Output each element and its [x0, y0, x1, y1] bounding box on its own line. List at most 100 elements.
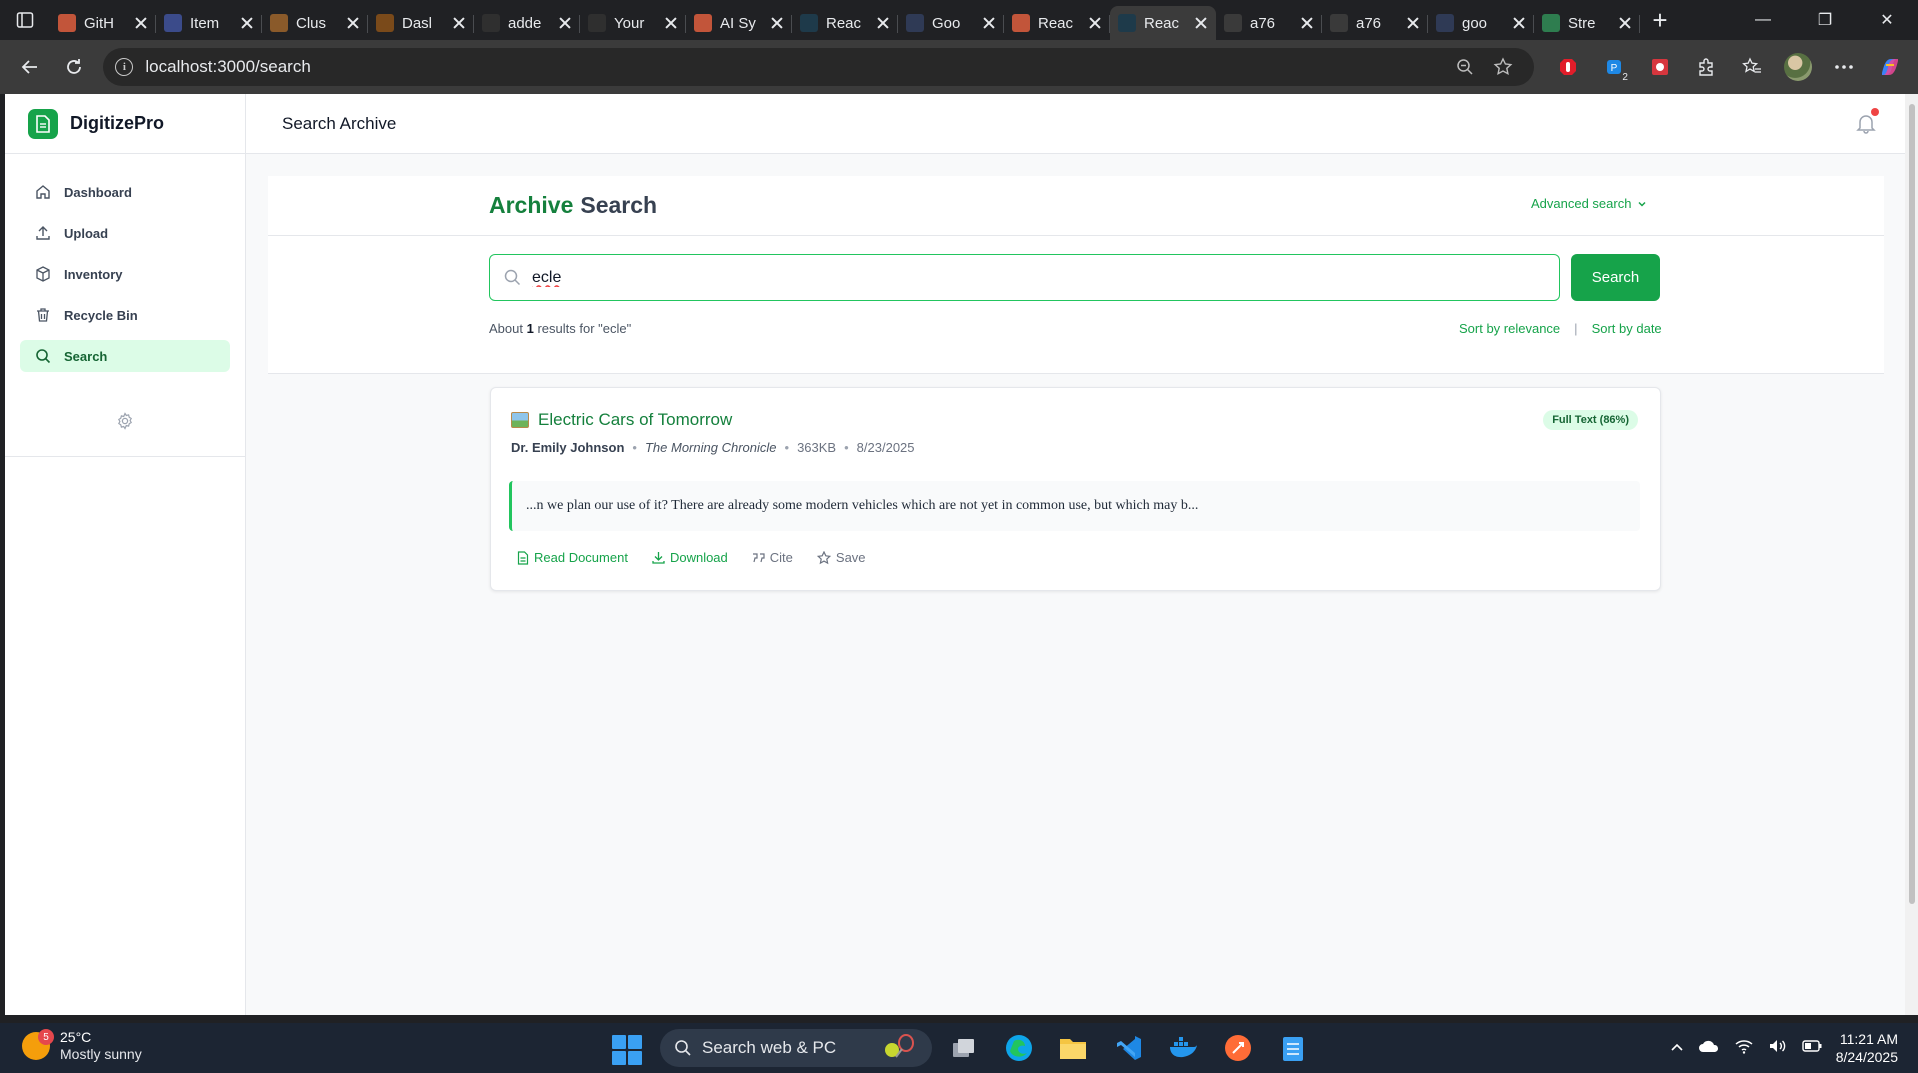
tab-label: goo: [1462, 14, 1488, 32]
notepad-icon[interactable]: [1277, 1032, 1309, 1064]
sidebar-item-label: Upload: [64, 225, 109, 241]
password-extension-icon[interactable]: P 2: [1594, 47, 1634, 87]
tab-close-icon[interactable]: [1194, 16, 1208, 30]
vscode-icon[interactable]: [1113, 1032, 1145, 1064]
edge-browser-icon[interactable]: [1003, 1032, 1035, 1064]
browser-tab[interactable]: Your: [580, 6, 686, 40]
tab-close-icon[interactable]: [1618, 16, 1632, 30]
tab-close-icon[interactable]: [982, 16, 996, 30]
sort-by-relevance-link[interactable]: Sort by relevance: [1459, 321, 1560, 336]
tab-close-icon[interactable]: [346, 16, 360, 30]
result-snippet: ...n we plan our use of it? There are al…: [509, 481, 1640, 531]
browser-tab[interactable]: Reac: [1110, 6, 1216, 40]
tab-close-icon[interactable]: [1088, 16, 1102, 30]
browser-tab[interactable]: Goo: [898, 6, 1004, 40]
more-menu-icon[interactable]: [1824, 47, 1864, 87]
sidebar-item-search[interactable]: Search: [20, 340, 230, 372]
search-button[interactable]: Search: [1571, 254, 1660, 301]
tab-close-icon[interactable]: [452, 16, 466, 30]
tab-close-icon[interactable]: [1512, 16, 1526, 30]
tab-label: Stre: [1568, 14, 1596, 32]
tab-close-icon[interactable]: [664, 16, 678, 30]
taskbar-search[interactable]: Search web & PC: [660, 1029, 932, 1067]
browser-tab[interactable]: Dasl: [368, 6, 474, 40]
tab-close-icon[interactable]: [1406, 16, 1420, 30]
browser-tab[interactable]: a76: [1322, 6, 1428, 40]
tab-close-icon[interactable]: [134, 16, 148, 30]
docker-icon[interactable]: [1167, 1032, 1199, 1064]
search-box[interactable]: [489, 254, 1560, 301]
adblock-extension-icon[interactable]: [1548, 47, 1588, 87]
sidebar-item-upload[interactable]: Upload: [20, 217, 230, 249]
read-document-button[interactable]: Read Document: [517, 550, 628, 565]
browser-tab[interactable]: a76: [1216, 6, 1322, 40]
weather-condition: Mostly sunny: [60, 1046, 142, 1062]
extensions-icon[interactable]: [1686, 47, 1726, 87]
sidebar-item-inventory[interactable]: Inventory: [20, 258, 230, 290]
tab-favicon-icon: [1118, 14, 1136, 32]
postman-icon[interactable]: [1222, 1032, 1254, 1064]
browser-tab[interactable]: goo: [1428, 6, 1534, 40]
tab-close-icon[interactable]: [1300, 16, 1314, 30]
brand[interactable]: DigitizePro: [5, 94, 245, 154]
sidebar-item-dashboard[interactable]: Dashboard: [20, 176, 230, 208]
clock-date: 8/24/2025: [1835, 1049, 1898, 1065]
tab-close-icon[interactable]: [876, 16, 890, 30]
cite-button[interactable]: Cite: [752, 550, 793, 565]
url-text[interactable]: localhost:3000/search: [145, 57, 1446, 77]
scrollbar-thumb[interactable]: [1909, 104, 1915, 904]
back-icon[interactable]: [8, 47, 52, 87]
reload-icon[interactable]: [52, 47, 96, 87]
minimize-icon[interactable]: —: [1732, 0, 1794, 40]
browser-tab[interactable]: AI Sy: [686, 6, 792, 40]
download-button[interactable]: Download: [652, 550, 728, 565]
zoom-out-icon[interactable]: [1446, 48, 1484, 86]
tab-label: Your: [614, 14, 645, 32]
favorites-icon[interactable]: [1732, 47, 1772, 87]
task-view-icon[interactable]: [948, 1032, 980, 1064]
tab-close-icon[interactable]: [240, 16, 254, 30]
puzzle-extension-icon[interactable]: [1640, 47, 1680, 87]
save-button[interactable]: Save: [816, 550, 866, 565]
result-title-link[interactable]: Electric Cars of Tomorrow: [538, 410, 732, 430]
wifi-icon[interactable]: [1734, 1038, 1754, 1059]
browser-tab[interactable]: Item: [156, 6, 262, 40]
search-input[interactable]: [532, 268, 1432, 287]
file-explorer-icon[interactable]: [1057, 1032, 1089, 1064]
tab-favicon-icon: [376, 14, 394, 32]
show-hidden-icons-chevron-icon[interactable]: [1670, 1039, 1684, 1057]
browser-tab[interactable]: Clus: [262, 6, 368, 40]
close-window-icon[interactable]: ✕: [1856, 0, 1918, 40]
profile-avatar[interactable]: [1778, 47, 1818, 87]
browser-tab[interactable]: Reac: [792, 6, 898, 40]
advanced-search-toggle[interactable]: Advanced search: [1531, 196, 1647, 211]
browser-tab[interactable]: Reac: [1004, 6, 1110, 40]
address-bar[interactable]: i localhost:3000/search: [103, 48, 1534, 86]
sidebar-item-label: Dashboard: [64, 184, 132, 200]
system-clock[interactable]: 11:21 AM 8/24/2025: [1836, 1030, 1898, 1066]
vertical-tabs-icon[interactable]: [0, 0, 50, 40]
restore-icon[interactable]: ❐: [1794, 0, 1856, 40]
tab-close-icon[interactable]: [770, 16, 784, 30]
onedrive-cloud-icon[interactable]: [1698, 1039, 1720, 1058]
windows-start-icon[interactable]: [612, 1035, 642, 1065]
sidebar: DigitizePro Dashboard Upload Inventory R…: [5, 94, 246, 1015]
match-badge: Full Text (86%): [1543, 410, 1638, 430]
browser-tab[interactable]: GitH: [50, 6, 156, 40]
sort-by-date-link[interactable]: Sort by date: [1592, 321, 1662, 336]
tab-close-icon[interactable]: [558, 16, 572, 30]
site-info-icon[interactable]: i: [115, 58, 134, 76]
browser-tab[interactable]: Stre: [1534, 6, 1640, 40]
sidebar-item-recycle-bin[interactable]: Recycle Bin: [20, 299, 230, 331]
settings-gear-icon[interactable]: [116, 412, 134, 430]
search-panel-header: Archive Search Advanced search: [268, 176, 1884, 236]
browser-tab[interactable]: adde: [474, 6, 580, 40]
volume-icon[interactable]: [1768, 1038, 1788, 1059]
battery-icon[interactable]: [1802, 1039, 1822, 1057]
result-title-row: Electric Cars of Tomorrow: [511, 410, 732, 430]
copilot-icon[interactable]: [1870, 47, 1910, 87]
sidebar-item-label: Recycle Bin: [64, 307, 138, 323]
new-tab-button[interactable]: +: [1640, 3, 1680, 37]
favorite-star-icon[interactable]: [1484, 48, 1522, 86]
weather-widget[interactable]: 5 25°C Mostly sunny: [22, 1029, 142, 1063]
